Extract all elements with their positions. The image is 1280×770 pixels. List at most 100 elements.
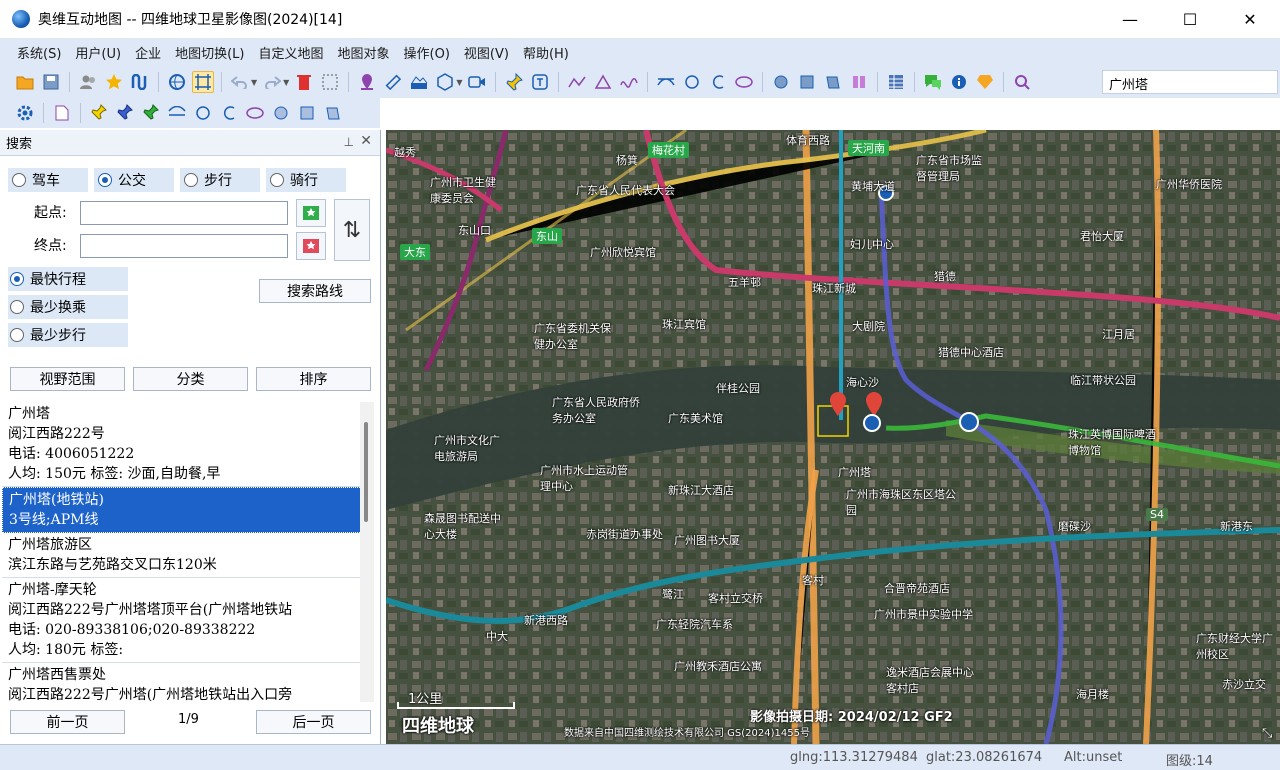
- redo-icon[interactable]: [261, 71, 283, 93]
- save-icon[interactable]: [40, 71, 62, 93]
- undo-icon[interactable]: [229, 71, 251, 93]
- list-item[interactable]: 广州塔西售票处 阅江西路222号广州塔(广州塔地铁站出入口旁: [2, 663, 372, 702]
- option-fewest-transfers[interactable]: 最少换乘: [8, 295, 128, 319]
- menu-custom-map[interactable]: 自定义地图: [251, 43, 330, 62]
- pin-panel-icon[interactable]: ⊥: [344, 135, 354, 149]
- zoom-level-readout: 图级:14: [1166, 754, 1213, 769]
- search-route-button[interactable]: 搜索路线: [259, 279, 371, 303]
- search-input[interactable]: 广州塔: [1102, 70, 1278, 94]
- mode-drive[interactable]: 驾车: [8, 168, 88, 192]
- result-scrollbar[interactable]: [360, 402, 374, 702]
- menu-system[interactable]: 系统(S): [10, 43, 68, 62]
- text-label-icon[interactable]: [529, 71, 551, 93]
- map-label: 临江带状公园: [1070, 374, 1136, 387]
- mode-bus[interactable]: 公交: [94, 168, 174, 192]
- mode-walk[interactable]: 步行: [180, 168, 260, 192]
- option-least-walking[interactable]: 最少步行: [8, 323, 128, 347]
- ellipse-icon[interactable]: [733, 71, 755, 93]
- menu-user[interactable]: 用户(U): [68, 43, 128, 62]
- sort-button[interactable]: 排序: [256, 367, 371, 391]
- ellipse-outline-icon[interactable]: [244, 102, 266, 124]
- start-field[interactable]: [80, 201, 288, 225]
- info-icon[interactable]: [948, 71, 970, 93]
- list-item[interactable]: 广州塔旅游区 滨江东路与艺苑路交叉口东120米: [2, 533, 372, 578]
- map-label: 广州市文化广电旅游局: [434, 434, 500, 463]
- arc-outline-icon[interactable]: [218, 102, 240, 124]
- vip-diamond-icon[interactable]: [974, 71, 996, 93]
- blue-pin-icon[interactable]: [114, 102, 136, 124]
- angle-icon[interactable]: [592, 71, 614, 93]
- next-page-button[interactable]: 后一页: [256, 710, 371, 734]
- map-label: 客村: [802, 574, 824, 587]
- menu-map-object[interactable]: 地图对象: [331, 43, 397, 62]
- video-icon[interactable]: [466, 71, 488, 93]
- map-label: 伴桂公园: [716, 382, 760, 395]
- view-range-button[interactable]: 视野范围: [10, 367, 125, 391]
- pick-end-button[interactable]: [296, 232, 326, 260]
- map-label: 越秀: [394, 146, 416, 159]
- minimize-button[interactable]: —: [1100, 0, 1160, 38]
- menu-enterprise[interactable]: 企业: [128, 43, 168, 62]
- favorite-star-icon[interactable]: [103, 71, 125, 93]
- option-fastest[interactable]: 最快行程: [8, 267, 128, 291]
- crosshair-select-icon[interactable]: [192, 71, 214, 93]
- pick-start-button[interactable]: [296, 199, 326, 227]
- double-line-icon[interactable]: [166, 102, 188, 124]
- close-panel-icon[interactable]: ✕: [360, 133, 372, 149]
- document-icon[interactable]: [51, 102, 73, 124]
- curve-icon[interactable]: [618, 71, 640, 93]
- undo-dropdown-icon[interactable]: ▼: [251, 78, 257, 87]
- yellow-pin-icon[interactable]: [88, 102, 110, 124]
- layers-icon[interactable]: [848, 71, 870, 93]
- select-box-icon[interactable]: [319, 71, 341, 93]
- scrollbar-thumb[interactable]: [364, 422, 368, 522]
- arc-line-icon[interactable]: [655, 71, 677, 93]
- menu-map-switch[interactable]: 地图切换(L): [168, 43, 251, 62]
- menu-operation[interactable]: 操作(O): [397, 43, 457, 62]
- list-item[interactable]: 广州塔-摩天轮 阅江西路222号广州塔塔顶平台(广州塔地铁站 电话: 020-893…: [2, 578, 372, 663]
- pushpin-icon[interactable]: [503, 71, 525, 93]
- category-button[interactable]: 分类: [133, 367, 248, 391]
- map-view[interactable]: 越秀 体育西路 天河南 广东省市场监督管理局 广州市卫生健康委员会 广东省人民代…: [386, 130, 1280, 744]
- hatched-rect-icon[interactable]: [296, 102, 318, 124]
- menu-help[interactable]: 帮助(H): [516, 43, 576, 62]
- location-pin-icon[interactable]: [356, 71, 378, 93]
- settings-gear-icon[interactable]: [14, 102, 36, 124]
- end-field[interactable]: [80, 234, 288, 258]
- list-item-selected[interactable]: 广州塔(地铁站) 3号线;APM线: [2, 487, 372, 533]
- hatched-circle-icon[interactable]: [270, 102, 292, 124]
- search-icon[interactable]: [1011, 71, 1033, 93]
- circle-outline-icon[interactable]: [192, 102, 214, 124]
- filled-polygon-icon[interactable]: [822, 71, 844, 93]
- green-pin-icon[interactable]: [140, 102, 162, 124]
- arc-icon[interactable]: [707, 71, 729, 93]
- users-icon[interactable]: [77, 71, 99, 93]
- mode-bike[interactable]: 骑行: [266, 168, 346, 192]
- delete-icon[interactable]: [293, 71, 315, 93]
- redo-dropdown-icon[interactable]: ▼: [283, 78, 289, 87]
- open-folder-icon[interactable]: [14, 71, 36, 93]
- maximize-button[interactable]: ☐: [1160, 0, 1220, 38]
- filled-rect-icon[interactable]: [796, 71, 818, 93]
- polygon-dropdown-icon[interactable]: ▼: [456, 78, 462, 87]
- resize-corner-icon[interactable]: ⤡: [1262, 726, 1272, 741]
- 3d-view-icon[interactable]: [166, 71, 188, 93]
- list-item[interactable]: 广州塔 阅江西路222号 电话: 4006051222 人均: 150元 标签: 沙面…: [2, 402, 372, 487]
- chat-icon[interactable]: [922, 71, 944, 93]
- circle-icon[interactable]: [681, 71, 703, 93]
- polyline-icon[interactable]: [566, 71, 588, 93]
- menu-view[interactable]: 视图(V): [457, 43, 516, 62]
- track-icon[interactable]: [129, 71, 151, 93]
- close-button[interactable]: ✕: [1220, 0, 1280, 38]
- map-label: 逸米酒店会展中心客村店: [886, 666, 974, 695]
- map-label: 海心沙: [846, 376, 879, 389]
- polygon-icon[interactable]: [434, 71, 456, 93]
- elevation-icon[interactable]: [408, 71, 430, 93]
- filled-circle-icon[interactable]: [770, 71, 792, 93]
- ruler-icon[interactable]: [382, 71, 404, 93]
- prev-page-button[interactable]: 前一页: [10, 710, 125, 734]
- table-icon[interactable]: [885, 71, 907, 93]
- hatched-polygon-icon[interactable]: [322, 102, 344, 124]
- altitude-readout: Alt:unset: [1064, 750, 1123, 765]
- swap-endpoints-button[interactable]: ⇅: [334, 199, 370, 261]
